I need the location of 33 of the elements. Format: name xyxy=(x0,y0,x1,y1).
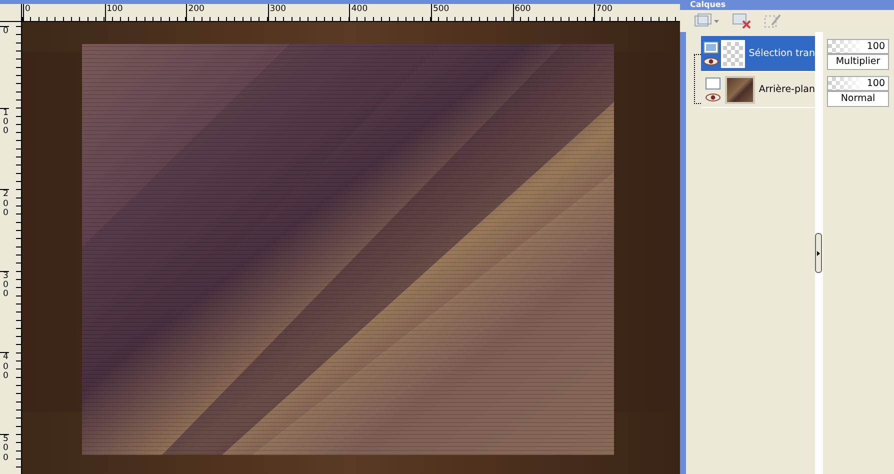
ruler-label: 400 xyxy=(351,4,368,14)
ruler-label: 0 xyxy=(25,4,30,14)
ruler-corner xyxy=(0,4,22,22)
layer-type-icon xyxy=(703,41,719,54)
layer-thumbnail xyxy=(721,40,745,68)
ruler-label: 500 xyxy=(432,4,450,14)
ruler-label: 300 xyxy=(3,270,8,300)
ruler-label: 300 xyxy=(270,4,286,14)
splitter-handle[interactable] xyxy=(815,233,822,273)
opacity-slider[interactable]: 100 xyxy=(827,39,889,54)
ruler-label: 600 xyxy=(514,4,531,14)
ruler-label: 100 xyxy=(3,108,8,136)
blend-mode-dropdown[interactable]: Normal xyxy=(827,91,889,107)
ruler-label: 500 xyxy=(3,434,8,463)
opacity-value: 100 xyxy=(866,77,885,90)
delete-layer-icon[interactable] xyxy=(732,13,752,29)
layer-type-icon xyxy=(704,77,721,90)
opacity-slider[interactable]: 100 xyxy=(827,76,889,91)
ruler-label: 400 xyxy=(3,352,8,382)
layer-row[interactable]: Sélection tran xyxy=(701,36,815,72)
ruler-label: 200 xyxy=(3,189,8,218)
opacity-value: 100 xyxy=(866,40,885,53)
ruler-label: 700 xyxy=(596,4,612,14)
eye-icon[interactable] xyxy=(704,93,721,102)
eye-icon[interactable] xyxy=(703,57,719,66)
ruler-label: 0 xyxy=(3,26,8,36)
ruler-label: 200 xyxy=(188,4,204,14)
blend-mode-dropdown[interactable]: Multiplier xyxy=(827,54,889,70)
panel-title: Calques xyxy=(680,0,894,10)
layer-thumbnail xyxy=(724,76,755,104)
ruler-label: 100 xyxy=(106,4,123,14)
layer-name: Arrière-plan xyxy=(758,84,815,95)
layer-name: Sélection tran xyxy=(748,48,815,59)
